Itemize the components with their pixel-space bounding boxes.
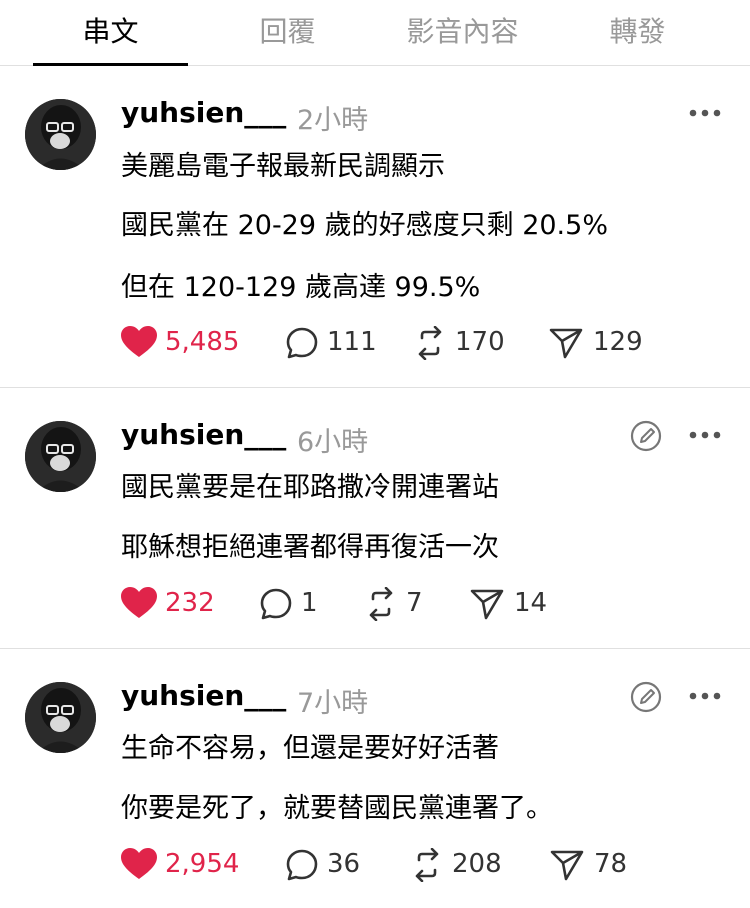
more-icon[interactable] [688,430,722,440]
comment-icon [286,327,318,359]
repost-button[interactable]: 208 [410,844,510,884]
send-icon [470,589,504,620]
post-time: 6小時 [297,427,369,458]
repost-button[interactable]: 170 [413,322,513,362]
heart-icon [121,848,157,879]
share-count: 14 [514,588,548,618]
avatar[interactable] [25,421,96,492]
send-icon [549,328,583,359]
tab-replies[interactable]: 回覆 [225,0,350,66]
like-count: 2,954 [165,849,240,879]
post[interactable]: yuhsien___ 2小時 美麗島電子報最新民調顯示 國民黨在 20-29 歲… [0,66,750,387]
post-text-line: 美麗島電子報最新民調顯示 [121,151,445,182]
post-text-line: 你要是死了，就要替國民黨連署了。 [121,793,553,824]
repost-count: 7 [406,588,423,618]
more-icon[interactable] [688,691,722,701]
username[interactable]: yuhsien___ [121,418,286,451]
post[interactable]: yuhsien___ 7小時 生命不容易，但還是要好好活著 你要是死了，就要替國… [0,649,750,908]
avatar[interactable] [25,682,96,753]
post-text-line: 但在 120-129 歲高達 99.5% [121,272,481,303]
profile-tabs: 串文 回覆 影音內容 轉發 [0,0,750,66]
tab-reposts[interactable]: 轉發 [575,0,700,66]
share-button[interactable]: 129 [549,322,649,362]
post-text-line: 生命不容易，但還是要好好活著 [121,733,499,764]
repost-count: 208 [452,849,502,879]
comment-icon [286,849,318,881]
username[interactable]: yuhsien___ [121,96,286,129]
heart-icon [121,326,157,357]
tab-media[interactable]: 影音內容 [385,0,540,66]
post-time: 7小時 [297,688,369,719]
repost-count: 170 [455,327,505,357]
avatar[interactable] [25,99,96,170]
post[interactable]: yuhsien___ 6小時 國民黨要是在耶路撒冷開連署站 耶穌想拒絕連署都得再… [0,388,750,649]
repost-button[interactable]: 7 [364,583,434,623]
share-count: 78 [594,849,628,879]
repost-icon [418,326,442,360]
post-text-line: 國民黨要是在耶路撒冷開連署站 [121,472,499,503]
like-button[interactable]: 5,485 [121,322,251,362]
like-count: 5,485 [165,327,240,357]
comment-count: 36 [327,849,361,879]
post-time: 2小時 [297,105,369,136]
share-button[interactable]: 78 [550,844,640,884]
send-icon [550,850,584,881]
more-icon[interactable] [688,108,722,118]
comment-button[interactable]: 36 [285,844,375,884]
repost-icon [369,587,393,621]
heart-icon [121,587,157,618]
edit-icon[interactable] [629,419,663,453]
comment-count: 1 [301,588,318,618]
post-text-line: 耶穌想拒絕連署都得再復活一次 [121,532,499,563]
like-button[interactable]: 232 [121,583,231,623]
share-count: 129 [593,327,643,357]
comment-count: 111 [327,327,377,357]
like-count: 232 [165,588,215,618]
post-text-line: 國民黨在 20-29 歲的好感度只剩 20.5% [121,210,608,241]
like-button[interactable]: 2,954 [121,844,251,884]
comment-button[interactable]: 1 [259,583,329,623]
edit-icon[interactable] [629,680,663,714]
share-button[interactable]: 14 [470,583,550,623]
comment-icon [260,588,292,620]
tab-threads[interactable]: 串文 [33,0,188,66]
username[interactable]: yuhsien___ [121,679,286,712]
comment-button[interactable]: 111 [285,322,377,362]
repost-icon [415,848,439,882]
